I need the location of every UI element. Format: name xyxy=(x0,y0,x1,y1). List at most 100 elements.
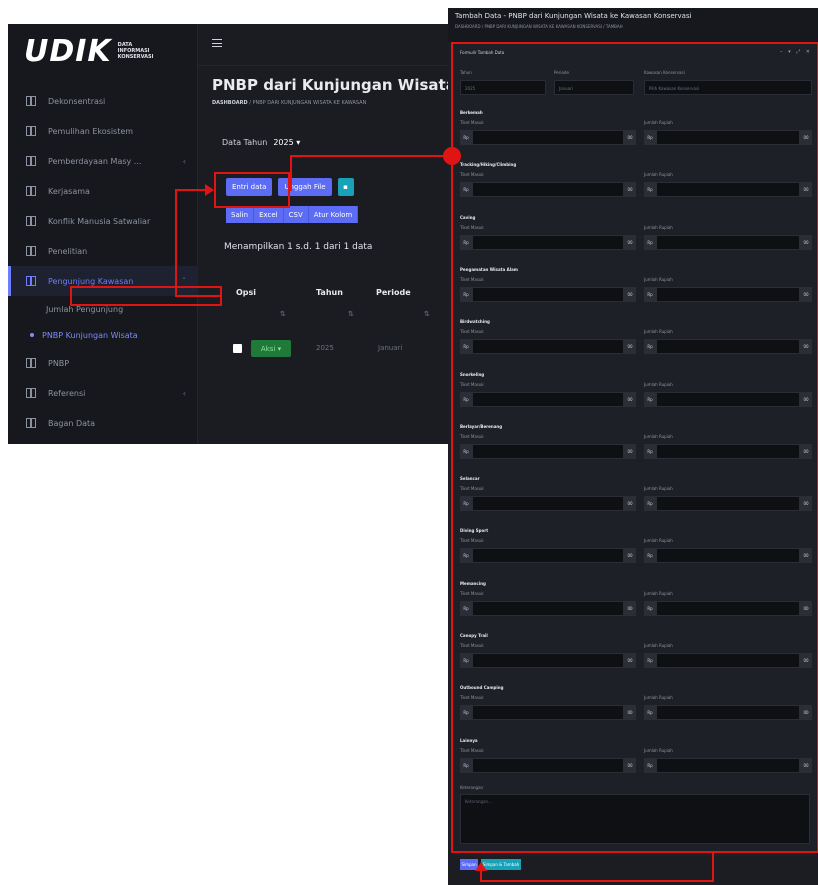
sidebar-item-pnbp[interactable]: PNBP xyxy=(8,348,198,378)
csv-button[interactable]: CSV xyxy=(283,206,309,223)
rupiah-input-group[interactable]: Rp 00 xyxy=(644,653,812,668)
tiket-input-group[interactable]: Rp 00 xyxy=(460,130,636,145)
currency-prefix: Rp xyxy=(460,287,472,302)
table-icon xyxy=(26,96,36,106)
modal-breadcrumb: DASHBOARD / PNBP DARI KUNJUNGAN WISATA K… xyxy=(455,24,623,29)
amount-input[interactable] xyxy=(472,705,624,720)
sidebar-item-bagan-data[interactable]: Bagan Data xyxy=(8,408,198,438)
sidebar-subitem-label: Jumlah Pengunjung xyxy=(46,304,124,314)
rupiah-input-group[interactable]: Rp 00 xyxy=(644,601,812,616)
rupiah-input-group[interactable]: Rp 00 xyxy=(644,496,812,511)
amount-input[interactable] xyxy=(656,392,800,407)
hamburger-menu-icon[interactable] xyxy=(212,39,222,47)
rupiah-input-group[interactable]: Rp 00 xyxy=(644,235,812,250)
tiket-input-group[interactable]: Rp 00 xyxy=(460,235,636,250)
top-field-input[interactable]: Januari xyxy=(554,80,634,95)
sidebar-item-konflik[interactable]: Konflik Manusia Satwaliar xyxy=(8,206,198,236)
amount-input[interactable] xyxy=(656,287,800,302)
card-tools-icons[interactable]: – ▾ ⤢ ✕ xyxy=(780,49,812,55)
amount-input[interactable] xyxy=(656,130,800,145)
column-visibility-button[interactable]: Atur Kolom xyxy=(308,206,359,223)
amount-input[interactable] xyxy=(472,653,624,668)
amount-input[interactable] xyxy=(472,601,624,616)
sidebar-item-dekonsentrasi[interactable]: Dekonsentrasi xyxy=(8,86,198,116)
copy-button[interactable]: Salin xyxy=(226,206,255,223)
column-header-opsi[interactable]: Opsi xyxy=(236,288,256,297)
document-icon[interactable]: ▪ xyxy=(337,178,354,196)
tiket-input-group[interactable]: Rp 00 xyxy=(460,601,636,616)
sidebar-item-pengunjung[interactable]: Pengunjung Kawasan ˇ xyxy=(8,266,198,296)
top-field-input[interactable]: 2025 xyxy=(460,80,546,95)
rupiah-input-group[interactable]: Rp 00 xyxy=(644,444,812,459)
section-title: Canopy Trail xyxy=(460,633,488,638)
rupiah-input-group[interactable]: Rp 00 xyxy=(644,758,812,773)
tiket-input-group[interactable]: Rp 00 xyxy=(460,444,636,459)
amount-input[interactable] xyxy=(472,496,624,511)
sort-icon[interactable]: ⇅ xyxy=(280,310,286,318)
sort-icon[interactable]: ⇅ xyxy=(424,310,430,318)
tiket-input-group[interactable]: Rp 00 xyxy=(460,758,636,773)
row-action-dropdown[interactable]: Aksi ▾ xyxy=(251,340,291,357)
udik-logo[interactable]: UDIK DATA INFORMASI KONSERVASI xyxy=(24,34,154,69)
breadcrumb-home[interactable]: DASHBOARD xyxy=(212,100,248,106)
tiket-label: Tiket Masuk xyxy=(460,225,484,230)
amount-input[interactable] xyxy=(472,339,624,354)
amount-input[interactable] xyxy=(472,182,624,197)
sidebar-item-penelitian[interactable]: Penelitian xyxy=(8,236,198,266)
amount-input[interactable] xyxy=(472,758,624,773)
year-select[interactable]: 2025 ▾ xyxy=(273,138,300,147)
sidebar-item-kerjasama[interactable]: Kerjasama xyxy=(8,176,198,206)
top-field-label: Periode xyxy=(554,70,569,75)
amount-input[interactable] xyxy=(656,339,800,354)
rupiah-input-group[interactable]: Rp 00 xyxy=(644,130,812,145)
tiket-input-group[interactable]: Rp 00 xyxy=(460,287,636,302)
notes-textarea[interactable]: Keterangan... xyxy=(460,794,810,844)
sidebar-subitem-pnbp-kunjungan[interactable]: PNBP Kunjungan Wisata xyxy=(8,322,198,348)
column-header-periode[interactable]: Periode xyxy=(376,288,411,297)
tiket-input-group[interactable]: Rp 00 xyxy=(460,339,636,354)
tiket-input-group[interactable]: Rp 00 xyxy=(460,182,636,197)
tiket-input-group[interactable]: Rp 00 xyxy=(460,496,636,511)
tiket-input-group[interactable]: Rp 00 xyxy=(460,548,636,563)
save-button[interactable]: Simpan xyxy=(460,859,478,870)
upload-file-button[interactable]: Unggah File xyxy=(278,178,332,196)
rupiah-input-group[interactable]: Rp 00 xyxy=(644,392,812,407)
column-header-tahun[interactable]: Tahun xyxy=(316,288,343,297)
sidebar-item-pemberdayaan[interactable]: Pemberdayaan Masy ... ‹ xyxy=(8,146,198,176)
tiket-input-group[interactable]: Rp 00 xyxy=(460,653,636,668)
excel-button[interactable]: Excel xyxy=(254,206,284,223)
amount-input[interactable] xyxy=(472,444,624,459)
sidebar-item-referensi[interactable]: Referensi ‹ xyxy=(8,378,198,408)
rupiah-input-group[interactable]: Rp 00 xyxy=(644,287,812,302)
rupiah-input-group[interactable]: Rp 00 xyxy=(644,705,812,720)
currency-prefix: Rp xyxy=(644,235,656,250)
amount-input[interactable] xyxy=(472,548,624,563)
amount-input[interactable] xyxy=(656,496,800,511)
amount-input[interactable] xyxy=(472,392,624,407)
top-field-input[interactable]: Pilih Kawasan Konservasi xyxy=(644,80,812,95)
sidebar-subitem-jumlah-pengunjung[interactable]: Jumlah Pengunjung xyxy=(8,296,198,322)
amount-input[interactable] xyxy=(472,235,624,250)
tiket-input-group[interactable]: Rp 00 xyxy=(460,392,636,407)
amount-input[interactable] xyxy=(472,130,624,145)
amount-input[interactable] xyxy=(656,601,800,616)
rupiah-input-group[interactable]: Rp 00 xyxy=(644,182,812,197)
sidebar-item-pemulihan[interactable]: Pemulihan Ekosistem xyxy=(8,116,198,146)
amount-input[interactable] xyxy=(656,548,800,563)
amount-input[interactable] xyxy=(656,182,800,197)
amount-input[interactable] xyxy=(656,653,800,668)
sidebar-item-label: Pemberdayaan Masy ... xyxy=(48,156,142,166)
save-and-new-button[interactable]: Simpan & Tambah xyxy=(481,859,521,870)
rupiah-input-group[interactable]: Rp 00 xyxy=(644,548,812,563)
row-checkbox[interactable] xyxy=(233,344,242,353)
add-data-button[interactable]: Entri data xyxy=(226,178,273,196)
amount-input[interactable] xyxy=(656,444,800,459)
amount-input[interactable] xyxy=(656,705,800,720)
amount-input[interactable] xyxy=(656,235,800,250)
section-title: Snorkeling xyxy=(460,372,485,377)
amount-input[interactable] xyxy=(656,758,800,773)
sort-icon[interactable]: ⇅ xyxy=(348,310,354,318)
amount-input[interactable] xyxy=(472,287,624,302)
rupiah-input-group[interactable]: Rp 00 xyxy=(644,339,812,354)
tiket-input-group[interactable]: Rp 00 xyxy=(460,705,636,720)
